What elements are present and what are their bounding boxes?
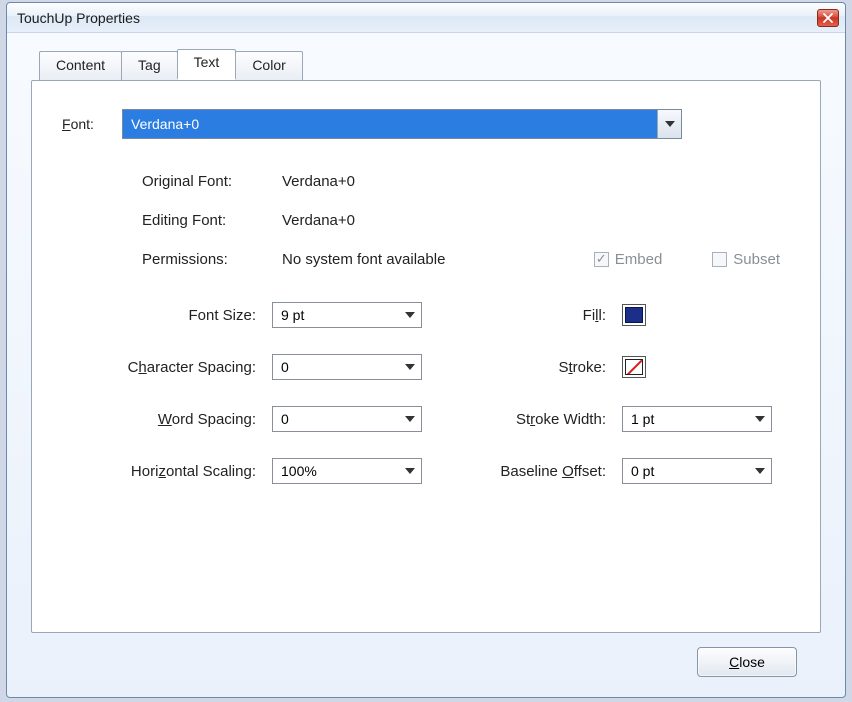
- font-combobox[interactable]: Verdana+0: [122, 109, 682, 139]
- font-info-block: Original Font: Verdana+0 Editing Font: V…: [142, 173, 780, 268]
- stroke-none-swatch: [625, 359, 643, 375]
- subset-checkbox-box: [712, 252, 727, 267]
- tab-color[interactable]: Color: [235, 51, 302, 80]
- fill-color-swatch: [625, 307, 643, 323]
- properties-grid: Font Size: 9 pt Fill: Character Spacing:…: [72, 302, 780, 484]
- editing-font-row: Editing Font: Verdana+0: [142, 212, 780, 229]
- permissions-label: Permissions:: [142, 251, 282, 268]
- stroke-color-button[interactable]: [622, 356, 646, 378]
- font-combobox-value: Verdana+0: [123, 110, 657, 138]
- word-spacing-dropdown[interactable]: 0: [272, 406, 422, 432]
- font-size-arrow: [399, 303, 421, 327]
- baseline-offset-value: 0 pt: [623, 459, 749, 483]
- subset-checkbox-label: Subset: [733, 251, 780, 268]
- char-spacing-dropdown[interactable]: 0: [272, 354, 422, 380]
- window-title: TouchUp Properties: [17, 10, 817, 26]
- font-label: Font:: [62, 116, 122, 132]
- titlebar: TouchUp Properties: [7, 3, 845, 33]
- tabstrip: Content Tag Text Color: [39, 51, 821, 80]
- font-combobox-arrow: [657, 110, 681, 138]
- subset-checkbox[interactable]: Subset: [712, 251, 780, 268]
- fill-label: Fill:: [452, 307, 622, 324]
- stroke-width-label: Stroke Width:: [452, 411, 622, 428]
- close-button-label-rest: lose: [739, 654, 765, 670]
- font-size-label: Font Size:: [72, 307, 272, 324]
- permissions-row: Permissions: No system font available Em…: [142, 251, 780, 268]
- editing-font-label: Editing Font:: [142, 212, 282, 229]
- embed-checkbox[interactable]: Embed: [594, 251, 663, 268]
- original-font-label: Original Font:: [142, 173, 282, 190]
- chevron-down-icon: [755, 468, 765, 474]
- char-spacing-arrow: [399, 355, 421, 379]
- dialog-window: TouchUp Properties Content Tag Text Colo…: [6, 2, 846, 698]
- tab-panel-text: Font: Verdana+0 Original Font: Verdana+0…: [31, 80, 821, 633]
- baseline-offset-arrow: [749, 459, 771, 483]
- chevron-down-icon: [405, 364, 415, 370]
- tab-content[interactable]: Content: [39, 51, 122, 80]
- fill-swatch-wrap: [622, 304, 782, 326]
- original-font-row: Original Font: Verdana+0: [142, 173, 780, 190]
- permissions-value: No system font available: [282, 251, 445, 268]
- close-icon: [823, 13, 833, 23]
- chevron-down-icon: [405, 312, 415, 318]
- font-size-value: 9 pt: [273, 303, 399, 327]
- chevron-down-icon: [405, 416, 415, 422]
- original-font-value: Verdana+0: [282, 173, 355, 190]
- chevron-down-icon: [755, 416, 765, 422]
- client-area: Content Tag Text Color Font: Verdana+0 O…: [7, 33, 845, 697]
- horiz-scaling-value: 100%: [273, 459, 399, 483]
- close-button[interactable]: Close: [697, 647, 797, 677]
- editing-font-value: Verdana+0: [282, 212, 355, 229]
- horiz-scaling-label: Horizontal Scaling:: [72, 463, 272, 480]
- stroke-label: Stroke:: [452, 359, 622, 376]
- embed-checkbox-label: Embed: [615, 251, 663, 268]
- dialog-footer: Close: [31, 633, 821, 681]
- font-row: Font: Verdana+0: [62, 109, 780, 139]
- stroke-width-arrow: [749, 407, 771, 431]
- word-spacing-label: Word Spacing:: [72, 411, 272, 428]
- permissions-options: Embed Subset: [594, 251, 780, 268]
- embed-checkbox-box: [594, 252, 609, 267]
- baseline-offset-label: Baseline Offset:: [452, 463, 622, 480]
- char-spacing-value: 0: [273, 355, 399, 379]
- baseline-offset-dropdown[interactable]: 0 pt: [622, 458, 772, 484]
- font-size-dropdown[interactable]: 9 pt: [272, 302, 422, 328]
- horiz-scaling-arrow: [399, 459, 421, 483]
- stroke-width-dropdown[interactable]: 1 pt: [622, 406, 772, 432]
- word-spacing-value: 0: [273, 407, 399, 431]
- fill-color-button[interactable]: [622, 304, 646, 326]
- window-close-button[interactable]: [817, 9, 839, 27]
- chevron-down-icon: [405, 468, 415, 474]
- stroke-width-value: 1 pt: [623, 407, 749, 431]
- horiz-scaling-dropdown[interactable]: 100%: [272, 458, 422, 484]
- tab-text[interactable]: Text: [177, 49, 237, 80]
- stroke-swatch-wrap: [622, 356, 782, 378]
- word-spacing-arrow: [399, 407, 421, 431]
- chevron-down-icon: [665, 121, 675, 127]
- char-spacing-label: Character Spacing:: [72, 359, 272, 376]
- tab-tag[interactable]: Tag: [121, 51, 178, 80]
